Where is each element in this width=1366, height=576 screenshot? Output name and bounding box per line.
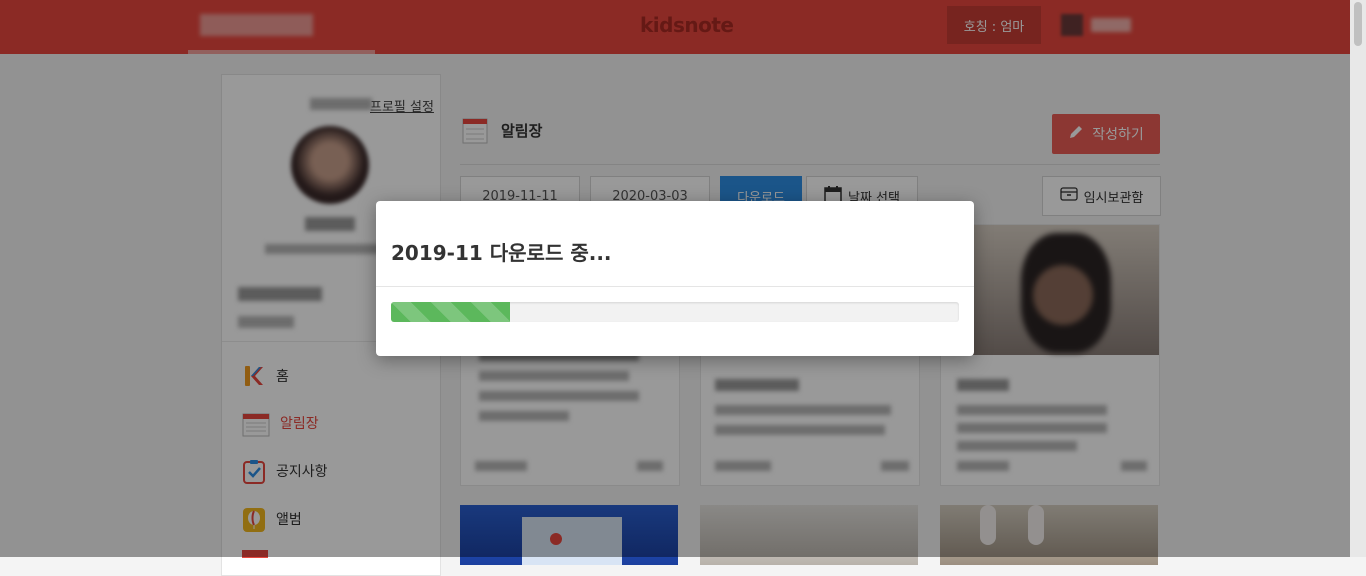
modal-divider (376, 286, 974, 287)
modal-title: 2019-11 다운로드 중... (391, 241, 612, 265)
page-scrollbar[interactable] (1350, 0, 1366, 557)
download-progress-modal: 2019-11 다운로드 중... (376, 201, 974, 356)
scrollbar-thumb[interactable] (1354, 2, 1362, 46)
progress-bar (391, 302, 959, 322)
progress-bar-fill (391, 302, 511, 322)
